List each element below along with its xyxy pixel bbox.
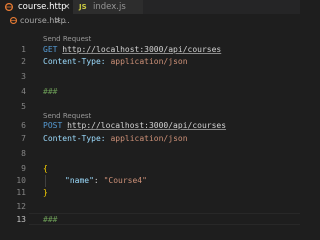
tab-index-js[interactable]: JS index.js bbox=[73, 0, 143, 14]
json-key: "name" bbox=[65, 176, 94, 185]
header-value: application/json bbox=[110, 57, 188, 66]
tab-course-http[interactable]: course.http × bbox=[0, 0, 73, 14]
line-number: 6 bbox=[21, 121, 26, 130]
line-number: 12 bbox=[16, 202, 26, 211]
line-number: 9 bbox=[21, 164, 26, 173]
request-url[interactable]: http://localhost:3000/api/courses bbox=[62, 45, 221, 54]
indent-guide bbox=[45, 175, 46, 187]
code-editor[interactable]: 1 2 3 4 5 6 7 8 9 10 11 12 13 Send Reque… bbox=[0, 27, 300, 227]
close-tab-icon[interactable]: × bbox=[63, 0, 71, 14]
send-request-codelens[interactable]: Send Request bbox=[43, 34, 91, 44]
line-number: 10 bbox=[16, 176, 26, 185]
js-file-icon: JS bbox=[79, 3, 87, 11]
http-method: POST bbox=[43, 121, 63, 130]
header-value: application/json bbox=[110, 134, 188, 143]
line-number: 5 bbox=[21, 102, 26, 111]
http-file-icon bbox=[5, 3, 13, 11]
line-number: 2 bbox=[21, 57, 26, 66]
http-method: GET bbox=[43, 45, 58, 54]
code-line: GET http://localhost:3000/api/courses bbox=[43, 44, 221, 56]
code-line: "name": "Course4" bbox=[65, 175, 147, 187]
line-number: 13 bbox=[16, 215, 26, 224]
request-url[interactable]: http://localhost:3000/api/courses bbox=[67, 121, 226, 130]
line-number: 1 bbox=[21, 45, 26, 54]
editor-tab-bar: course.http × JS index.js bbox=[0, 0, 300, 14]
code-line: POST http://localhost:3000/api/courses bbox=[43, 120, 226, 132]
line-number: 11 bbox=[16, 188, 26, 197]
json-value: "Course4" bbox=[103, 176, 147, 185]
json-colon: : bbox=[93, 176, 99, 185]
json-close-brace: } bbox=[43, 188, 48, 197]
tab-label: index.js bbox=[93, 2, 126, 12]
header-name: Content-Type: bbox=[43, 134, 106, 143]
line-number: 3 bbox=[21, 72, 26, 81]
breadcrumb: course.http > ... bbox=[0, 14, 300, 27]
request-separator: ### bbox=[43, 215, 58, 224]
code-line: Content-Type: application/json bbox=[43, 133, 188, 145]
line-number: 4 bbox=[21, 87, 26, 96]
line-number: 7 bbox=[21, 134, 26, 143]
line-number: 8 bbox=[21, 149, 26, 158]
breadcrumb-symbols[interactable]: ... bbox=[62, 14, 70, 27]
current-line-highlight bbox=[29, 213, 300, 225]
json-open-brace: { bbox=[43, 164, 48, 173]
http-file-icon bbox=[10, 17, 17, 24]
code-line: Content-Type: application/json bbox=[43, 56, 188, 68]
tab-label: course.http bbox=[18, 2, 67, 12]
chevron-right-icon: > bbox=[54, 16, 61, 25]
request-separator: ### bbox=[43, 87, 58, 96]
header-name: Content-Type: bbox=[43, 57, 106, 66]
